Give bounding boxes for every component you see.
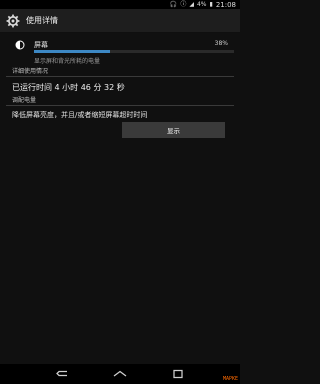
usage-percent: 38% bbox=[214, 40, 228, 47]
usage-progress-fill bbox=[34, 50, 110, 53]
wifi-icon: ◢ bbox=[189, 1, 194, 8]
status-bar: 🎧 ⓘ ◢ 4% ▮ 21:08 bbox=[0, 0, 240, 9]
brightness-icon bbox=[15, 40, 25, 50]
clock: 21:08 bbox=[215, 0, 236, 9]
navigation-bar bbox=[0, 364, 240, 384]
uptime-text: 已运行时间 4 小时 46 分 32 秒 bbox=[12, 83, 125, 92]
page-title: 使用详情 bbox=[26, 16, 58, 25]
battery-icon: ▮ bbox=[209, 1, 213, 8]
usage-description: 显示屏和背光所耗的电量 bbox=[34, 58, 101, 65]
battery-percent: 4% bbox=[196, 1, 207, 8]
usage-name: 屏幕 bbox=[34, 41, 48, 49]
home-icon[interactable] bbox=[111, 369, 129, 379]
usage-progress-bar bbox=[34, 50, 234, 53]
section-header-adjust: 调配电量 bbox=[6, 96, 234, 106]
display-settings-button[interactable]: 显示 bbox=[122, 122, 225, 138]
adjust-suggestion-text: 降低屏幕亮度，并且/或者缩短屏幕超时时间 bbox=[12, 111, 148, 119]
action-bar: 使用详情 bbox=[0, 9, 240, 33]
section-header-detail: 详细使用情况 bbox=[6, 67, 234, 77]
recents-icon[interactable] bbox=[169, 369, 187, 379]
usage-item-screen: 屏幕 38% 显示屏和背光所耗的电量 bbox=[6, 38, 234, 65]
gear-icon[interactable] bbox=[6, 14, 20, 28]
headset-icon: 🎧 bbox=[169, 1, 178, 8]
info-icon: ⓘ bbox=[180, 1, 187, 8]
back-icon[interactable] bbox=[53, 369, 71, 379]
watermark: MAPKE bbox=[222, 376, 238, 382]
